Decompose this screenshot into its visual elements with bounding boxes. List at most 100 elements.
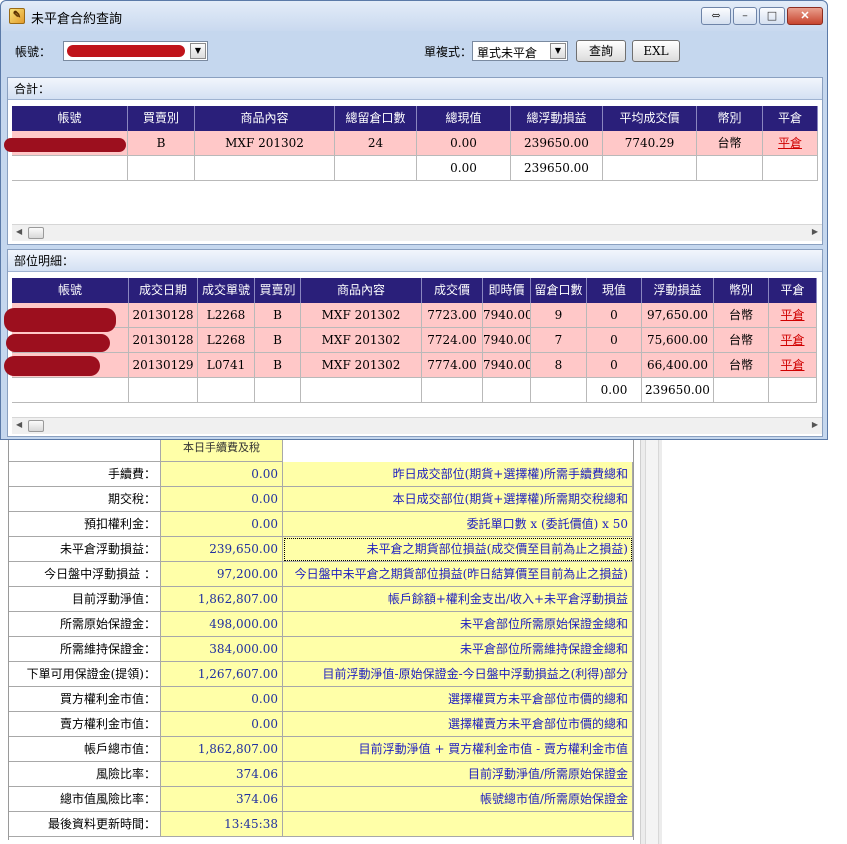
detail-header-cell: 成交日期 — [129, 278, 198, 303]
detail-cell: 0 — [587, 353, 642, 378]
report-row: 期交稅： 0.00 本日成交部位(期貨+選擇權)所需期交稅總和 — [9, 487, 633, 512]
minimize-button[interactable]: – — [733, 7, 757, 25]
scroll-right-icon[interactable]: ▶ — [812, 227, 818, 236]
summary-horizontal-scrollbar[interactable]: ◀ ▶ — [12, 224, 822, 241]
detail-cell: 97,650.00 — [642, 303, 714, 328]
detail-cell: 台幣 — [714, 328, 769, 353]
window-title: 未平倉合約查詢 — [31, 12, 123, 27]
detail-cell: 7 — [531, 328, 587, 353]
detail-cell: 7940.00 — [483, 328, 531, 353]
report-row: 下單可用保證金(提領)： 1,267,607.00 目前浮動淨值-原始保證金-今日盤… — [9, 662, 633, 687]
detail-cell: 9 — [531, 303, 587, 328]
detail-cell: L0741 — [198, 353, 255, 378]
detail-horizontal-scrollbar[interactable]: ◀ ▶ — [12, 417, 822, 434]
detail-cell: 239650.00 — [642, 378, 714, 403]
summary-cell — [603, 156, 697, 181]
report-row: 賣方權利金市值： 0.00 選擇權賣方未平倉部位市價的總和 — [9, 712, 633, 737]
summary-cell: 7740.29 — [603, 131, 697, 156]
report-description: 委託單口數 x (委託價值) x 50 — [283, 512, 633, 537]
scroll-right-icon[interactable]: ▶ — [812, 420, 818, 429]
report-row: 風險比率： 374.06 目前浮動淨值/所需原始保證金 — [9, 762, 633, 787]
account-select[interactable]: ▼ — [63, 41, 208, 61]
summary-row[interactable]: B MXF 201302 24 0.00 239650.00 7740.29 台幣 平倉 — [12, 131, 818, 156]
report-value: 374.06 — [161, 787, 283, 812]
report-label: 所需維持保證金： — [9, 637, 161, 662]
detail-cell — [714, 378, 769, 403]
report-description: 目前浮動淨值 + 買方權利金市值 - 賣方權利金市值 — [283, 737, 633, 762]
scrollbar-thumb[interactable] — [28, 420, 44, 432]
detail-row[interactable]: 20130129 L0741 B MXF 201302 7774.00 7940.00 8 0… — [12, 353, 817, 378]
report-value: 0.00 — [161, 512, 283, 537]
query-button[interactable]: 查詢 — [576, 40, 626, 62]
close-position-link[interactable]: 平倉 — [763, 131, 818, 156]
report-value: 1,862,807.00 — [161, 737, 283, 762]
detail-row[interactable]: 20130128 L2268 B MXF 201302 7723.00 7940.00 9 0… — [12, 303, 817, 328]
detail-header-cell: 浮動損益 — [642, 278, 714, 303]
close-position-link[interactable]: 平倉 — [769, 353, 817, 378]
export-excel-button[interactable]: EXL — [632, 40, 680, 62]
maximize-button[interactable]: □ — [759, 7, 785, 25]
detail-cell: 7724.00 — [422, 328, 483, 353]
report-description: 昨日成交部位(期貨+選擇權)所需手續費總和 — [283, 462, 633, 487]
query-toolbar: 帳號： ▼ 單複式： 單式未平倉 ▼ 查詢 EXL — [1, 31, 827, 75]
detail-cell — [198, 378, 255, 403]
report-value: 0.00 — [161, 712, 283, 737]
detail-header-cell: 平倉 — [769, 278, 817, 303]
title-bar[interactable]: ✎ 未平倉合約查詢 ⇔ – □ ✕ — [1, 1, 827, 31]
report-label: 期交稅： — [9, 487, 161, 512]
summary-cell: 239650.00 — [511, 156, 603, 181]
detail-cell: 台幣 — [714, 353, 769, 378]
scrollbar-thumb[interactable] — [28, 227, 44, 239]
detail-cell: MXF 201302 — [301, 303, 422, 328]
close-position-link-text[interactable]: 平倉 — [780, 308, 804, 322]
report-row: 最後資料更新時間： 13:45:38 — [9, 812, 633, 837]
report-value: 374.06 — [161, 762, 283, 787]
report-row: 總市值風險比率： 374.06 帳號總市值/所需原始保證金 — [9, 787, 633, 812]
close-position-link-text[interactable]: 平倉 — [778, 136, 802, 150]
report-vertical-scrollbar[interactable] — [640, 440, 662, 844]
summary-total-row[interactable]: 0.00 239650.00 — [12, 156, 818, 181]
detail-header-cell: 商品內容 — [301, 278, 422, 303]
close-position-link-text[interactable]: 平倉 — [780, 358, 804, 372]
summary-cell: 239650.00 — [511, 131, 603, 156]
report-row: 未平倉浮動損益： 239,650.00 未平倉之期貨部位損益(成交價至目前為止之損益… — [9, 537, 633, 562]
scroll-left-icon[interactable]: ◀ — [16, 420, 22, 429]
detail-row[interactable]: 20130128 L2268 B MXF 201302 7724.00 7940.00 7 0… — [12, 328, 817, 353]
report-label: 下單可用保證金(提領)： — [9, 662, 161, 687]
close-position-link-text[interactable]: 平倉 — [780, 333, 804, 347]
detail-cell: 7723.00 — [422, 303, 483, 328]
detail-cell: MXF 201302 — [301, 328, 422, 353]
report-description: 今日盤中未平倉之期貨部位損益(昨日結算價至目前為止之損益) — [283, 562, 633, 587]
detail-cell — [301, 378, 422, 403]
report-row: 預扣權利金： 0.00 委託單口數 x (委託價值) x 50 — [9, 512, 633, 537]
detail-table-header: 帳號 成交日期 成交單號 買賣別 商品內容 成交價 即時價 留倉口數 現值 浮動損益 幣別 平倉 — [12, 278, 817, 303]
detail-total-row[interactable]: 0.00 239650.00 — [12, 378, 817, 403]
summary-panel-title: 合計： — [8, 78, 822, 100]
summary-cell — [335, 156, 417, 181]
summary-cell: 24 — [335, 131, 417, 156]
open-positions-dialog: ✎ 未平倉合約查詢 ⇔ – □ ✕ 帳號： ▼ 單複式： 單式未平倉 ▼ 查詢 … — [0, 0, 828, 440]
report-row: 手續費： 0.00 昨日成交部位(期貨+選擇權)所需手續費總和 — [9, 462, 633, 487]
detail-cell: 66,400.00 — [642, 353, 714, 378]
report-description: 選擇權賣方未平倉部位市價的總和 — [283, 712, 633, 737]
report-description: 本日成交部位(期貨+選擇權)所需期交稅總和 — [283, 487, 633, 512]
close-position-link[interactable]: 平倉 — [769, 328, 817, 353]
detail-cell: B — [255, 328, 301, 353]
close-button[interactable]: ✕ — [787, 7, 823, 25]
mode-select[interactable]: 單式未平倉 ▼ — [472, 41, 568, 61]
report-value: 0.00 — [161, 687, 283, 712]
chevron-down-icon[interactable]: ▼ — [190, 43, 206, 59]
detail-header-cell: 成交價 — [422, 278, 483, 303]
detail-cell: 7774.00 — [422, 353, 483, 378]
detail-cell: B — [255, 303, 301, 328]
redaction-mark — [4, 356, 100, 376]
detail-header-cell: 留倉口數 — [531, 278, 587, 303]
restore-pin-button[interactable]: ⇔ — [701, 7, 731, 25]
report-header-row: 本日手續費及稅 — [9, 440, 633, 462]
report-label: 風險比率： — [9, 762, 161, 787]
chevron-down-icon[interactable]: ▼ — [550, 43, 566, 59]
redacted-account-value — [67, 45, 185, 57]
detail-cell: B — [255, 353, 301, 378]
close-position-link[interactable]: 平倉 — [769, 303, 817, 328]
scroll-left-icon[interactable]: ◀ — [16, 227, 22, 236]
